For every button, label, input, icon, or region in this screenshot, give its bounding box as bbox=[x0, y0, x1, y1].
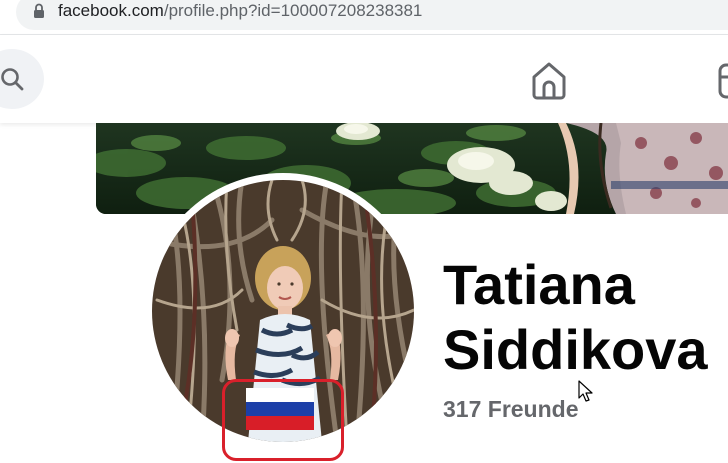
url-host: facebook.com bbox=[58, 1, 164, 20]
watch-icon bbox=[718, 63, 728, 99]
watch-button[interactable] bbox=[716, 61, 728, 101]
profile-first-name: Tatiana bbox=[443, 253, 635, 316]
top-navigation bbox=[0, 35, 728, 123]
search-icon bbox=[1, 68, 24, 91]
profile-last-name: Siddikova bbox=[443, 318, 708, 381]
home-button[interactable] bbox=[526, 59, 572, 101]
screenshot-root: facebook.com/profile.php?id=100007208238… bbox=[0, 0, 728, 463]
cover-photo-image bbox=[96, 123, 728, 214]
mouse-cursor-icon bbox=[578, 380, 593, 402]
url-path: /profile.php?id=100007208238381 bbox=[163, 1, 423, 20]
url-text[interactable]: facebook.com/profile.php?id=100007208238… bbox=[58, 1, 422, 21]
cover-photo[interactable] bbox=[96, 123, 728, 214]
highlight-box bbox=[222, 379, 344, 461]
lock-icon[interactable] bbox=[33, 3, 45, 19]
search-button[interactable] bbox=[0, 49, 44, 109]
home-icon bbox=[532, 62, 566, 100]
friends-count-link[interactable]: 317 Freunde bbox=[443, 396, 579, 423]
browser-address-bar: facebook.com/profile.php?id=100007208238… bbox=[0, 0, 728, 34]
profile-name: Tatiana Siddikova bbox=[443, 252, 708, 382]
